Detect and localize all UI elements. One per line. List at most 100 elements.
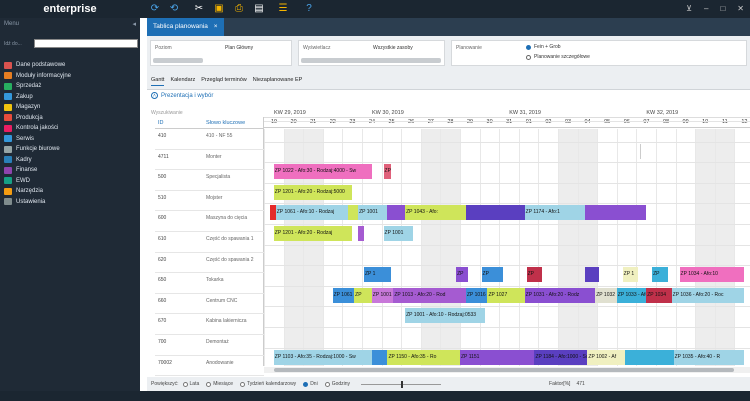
hierarchy-icon[interactable]: ☰: [276, 2, 290, 16]
horizontal-scrollbar[interactable]: [264, 367, 750, 373]
briefcase-icon[interactable]: ▣: [212, 2, 226, 16]
gantt-bar[interactable]: [585, 205, 647, 221]
sidebar-item[interactable]: Produkcja: [0, 113, 140, 124]
minimize-icon[interactable]: –: [704, 0, 708, 18]
radio-planowanie-szczegolowe[interactable]: Planowanie szczegółowe: [526, 54, 590, 60]
gantt-bar[interactable]: ZP 1034: [646, 287, 672, 303]
table-row[interactable]: 600 Maszyna do cięcia: [155, 211, 264, 232]
gantt-bar[interactable]: ZP 1034 - Afo:10: [679, 267, 745, 283]
pin-icon[interactable]: ⊻: [686, 0, 692, 18]
table-row[interactable]: 70002 Anodowanie: [155, 356, 264, 377]
refresh-icon[interactable]: ⟳: [148, 2, 162, 16]
table-row[interactable]: 700 Demontaż: [155, 335, 264, 356]
gantt-bar[interactable]: ZP 1022 - Afo:30 - Rodzaj:4000 - Sw: [273, 164, 372, 180]
sidebar-item[interactable]: Kadry: [0, 155, 140, 166]
maximize-icon[interactable]: □: [720, 0, 725, 18]
collapse-icon[interactable]: ◂: [132, 20, 136, 28]
gantt-bar[interactable]: ZP: [652, 267, 668, 283]
gantt-bar[interactable]: ZP 1002 - Af: [587, 349, 625, 365]
sidebar-item[interactable]: Serwis: [0, 134, 140, 145]
sidebar-item[interactable]: Finanse: [0, 165, 140, 176]
poziom-scrollbar[interactable]: [153, 58, 203, 63]
zoom-option[interactable]: Dni: [303, 381, 318, 387]
gantt-bar[interactable]: ZP 1: [363, 267, 392, 283]
gantt-bar[interactable]: ZP 1033 - Afo:: [616, 287, 647, 303]
gantt-bar[interactable]: ZP 1: [622, 267, 639, 283]
gantt-bar[interactable]: ZP 1027: [487, 287, 525, 303]
gantt-bar[interactable]: ZP 1001: [371, 287, 394, 303]
table-row[interactable]: 500 Specjalista: [155, 170, 264, 191]
printer-icon[interactable]: ⎙: [232, 2, 246, 16]
zoom-option[interactable]: Lata: [182, 381, 199, 387]
gantt-bar[interactable]: ZP 1201 - Afo:20 - Rodzaj:5000: [273, 184, 353, 200]
gantt-bar[interactable]: [585, 267, 600, 283]
gantt-bar[interactable]: [624, 349, 674, 365]
sidebar-item[interactable]: Kontrola jakości: [0, 123, 140, 134]
goto-input[interactable]: [34, 39, 138, 48]
help-icon[interactable]: ?: [302, 2, 316, 16]
scrollbar-thumb[interactable]: [274, 368, 734, 372]
table-row[interactable]: 4711 Monter: [155, 150, 264, 171]
gantt-bar[interactable]: ZP 1036 - Afo:20 - Roc: [671, 287, 745, 303]
gantt-bar[interactable]: ZP 1061 - Afo:10 - Rodzaj: [275, 205, 349, 221]
gantt-bar[interactable]: ZP 1032: [595, 287, 617, 303]
gantt-bar[interactable]: ZP 1061: [332, 287, 355, 303]
sidebar-item[interactable]: Funkcje biurowe: [0, 144, 140, 155]
table-row[interactable]: 510 Mojster: [155, 191, 264, 212]
table-row[interactable]: 650 Tokarka: [155, 273, 264, 294]
slider-knob[interactable]: [401, 380, 404, 388]
gantt-bar[interactable]: [371, 349, 388, 365]
gantt-bar[interactable]: ZP 1151: [460, 349, 535, 365]
close-icon[interactable]: ✕: [737, 0, 744, 18]
tab-tablica-planowania[interactable]: Tablica planowania ×: [147, 18, 224, 36]
gantt-bar[interactable]: [640, 143, 642, 159]
wyswietlacz-scrollbar[interactable]: [301, 58, 441, 63]
gantt-bar[interactable]: ZP: [526, 267, 543, 283]
view-tab[interactable]: Kalendarz: [170, 74, 195, 86]
col-kw-header[interactable]: Słowo kluczowe: [206, 120, 245, 126]
gantt-bar[interactable]: ZP 1001: [383, 226, 413, 241]
gantt-bar[interactable]: ZP 1103 - Afo:35 - Rodzaj:1000 - Sw: [273, 349, 372, 365]
export-icon[interactable]: ▤: [252, 2, 266, 16]
table-row[interactable]: 660 Centrum CNC: [155, 294, 264, 315]
sync-icon[interactable]: ⟲: [167, 2, 181, 16]
zoom-option[interactable]: Miesiące: [206, 381, 233, 387]
gantt-bar[interactable]: ZP: [383, 164, 392, 180]
col-id-header[interactable]: ID: [158, 120, 164, 126]
gantt-bar[interactable]: ZP 1150 - Afo:35 - Ro: [387, 349, 460, 365]
zoom-slider[interactable]: [361, 380, 442, 388]
sidebar-item[interactable]: EWD: [0, 176, 140, 187]
table-row[interactable]: 620 Część do spawania 2: [155, 253, 264, 274]
gantt-bar[interactable]: ZP: [456, 267, 468, 283]
wyswietlacz-select[interactable]: Wszystkie zasoby: [373, 45, 413, 51]
view-tab[interactable]: Przegląd terminów: [201, 74, 247, 86]
gantt-bar[interactable]: ZP 1031 - Afo:20 - Rodz: [524, 287, 596, 303]
table-row[interactable]: 410 410 - NF 55: [155, 129, 264, 150]
poziom-select[interactable]: Plan Główny: [225, 45, 253, 51]
sidebar-item[interactable]: Dane podstawowe: [0, 60, 140, 71]
tab-close-icon[interactable]: ×: [214, 23, 218, 30]
zoom-option[interactable]: Tydzień kalendarzowy: [239, 381, 296, 387]
gantt-bar[interactable]: ZP 1013 - Afo:20 - Rod: [393, 287, 466, 303]
sidebar-item[interactable]: Ustawienia: [0, 197, 140, 208]
gantt-bar[interactable]: ZP 1174 - Afo:1: [524, 205, 586, 221]
view-tab[interactable]: Niezaplanowane EP: [253, 74, 303, 86]
gantt-bar[interactable]: [465, 205, 525, 221]
table-row[interactable]: 670 Kabina lakiernicza: [155, 314, 264, 335]
sidebar-item[interactable]: Moduły informacyjne: [0, 71, 140, 82]
gantt-bar[interactable]: ZP 1043 - Afo:: [405, 205, 466, 221]
gantt-bar[interactable]: ZP 1001 - Afo:10 - Rodzaj:0533: [405, 308, 486, 324]
gantt-bar[interactable]: ZP 1201 - Afo:20 - Rodzaj: [273, 226, 353, 241]
view-tab[interactable]: Gantt: [151, 74, 165, 86]
gantt-bar[interactable]: ZP: [481, 267, 504, 283]
gantt-bar[interactable]: [358, 226, 364, 241]
radio-fein-grob[interactable]: Fein + Grob: [526, 44, 561, 50]
gantt-bar[interactable]: ZP 1016: [465, 287, 488, 303]
gantt-bar[interactable]: ZP 1035 - Afo:40 - R: [673, 349, 745, 365]
sidebar-item[interactable]: Zakup: [0, 92, 140, 103]
gantt-bar[interactable]: [387, 205, 406, 221]
sidebar-item[interactable]: Narzędzia: [0, 186, 140, 197]
gantt-bar[interactable]: ZP 1184 - Afo:1000 - Sw: [534, 349, 588, 365]
table-row[interactable]: 610 Część do spawania 1: [155, 232, 264, 253]
gantt-bar[interactable]: ZP: [354, 287, 372, 303]
